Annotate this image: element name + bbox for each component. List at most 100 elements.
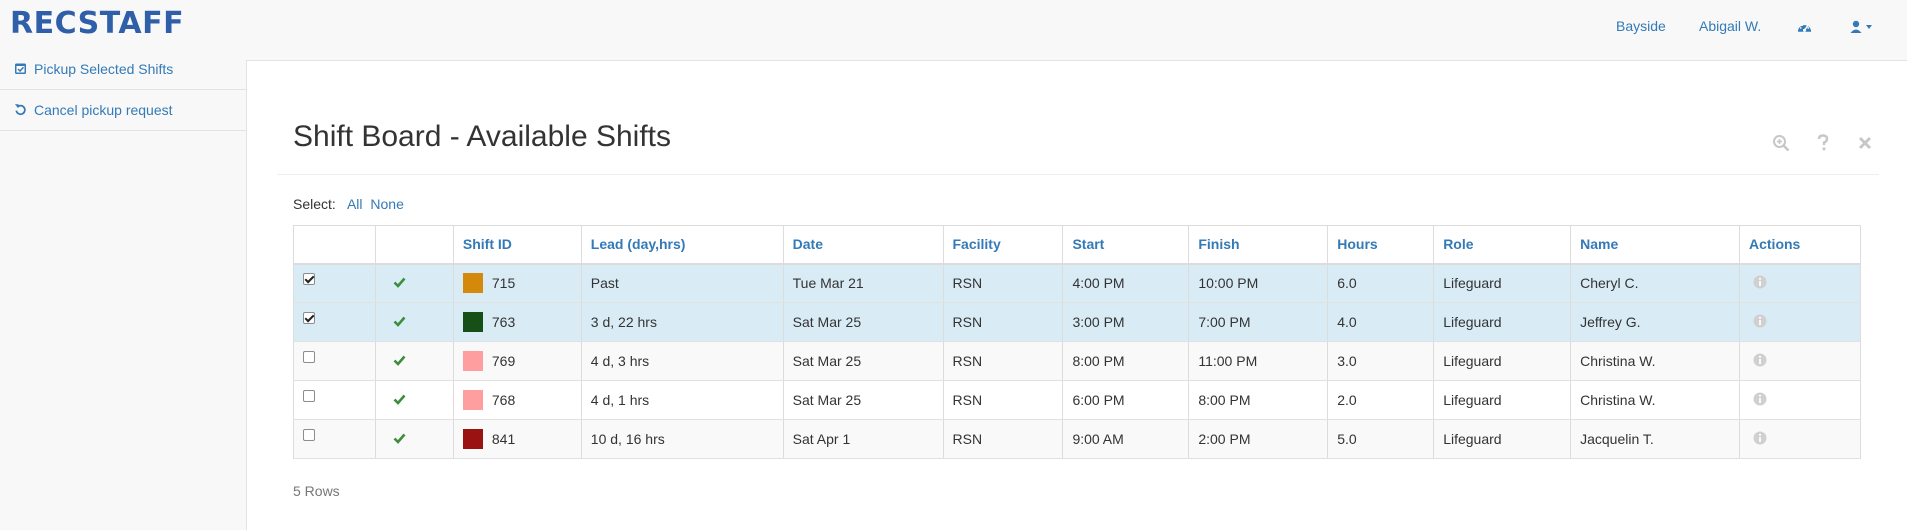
hours-cell: 4.0 [1327, 302, 1435, 342]
lead-cell: 10 d, 16 hrs [580, 419, 784, 459]
finish-cell: 8:00 PM [1188, 380, 1329, 420]
name-cell: Cheryl C. [1570, 263, 1740, 303]
panel-tools [1771, 133, 1875, 153]
select-controls: Select: All None [293, 196, 408, 212]
shifts-table: Shift ID Lead (day,hrs) Date Facility St… [293, 225, 1861, 459]
checkmark-icon [393, 433, 406, 444]
facility-cell: RSN [942, 419, 1064, 459]
select-none-link[interactable]: None [370, 196, 403, 212]
facility-cell: RSN [942, 380, 1064, 420]
info-icon[interactable] [1753, 353, 1767, 367]
main-panel: Shift Board - Available Shifts Select: A… [246, 60, 1907, 530]
info-icon[interactable] [1753, 275, 1767, 289]
col-header-hours[interactable]: Hours [1327, 225, 1435, 265]
calendar-check-icon [14, 62, 28, 76]
table-row[interactable]: 769 4 d, 3 hrs Sat Mar 25 RSN 8:00 PM 11:00 P… [293, 341, 1861, 381]
shift-id: 769 [491, 353, 516, 369]
table-row[interactable]: 715 Past Tue Mar 21 RSN 4:00 PM 10:00 PM 6.0 Li… [293, 263, 1861, 303]
row-select-checkbox[interactable] [303, 273, 315, 286]
lead-cell: 3 d, 22 hrs [580, 302, 784, 342]
row-select-cell [293, 341, 376, 381]
hours-cell: 3.0 [1327, 341, 1435, 381]
shift-id-cell: 763 [452, 302, 582, 342]
info-icon[interactable] [1753, 314, 1767, 328]
checkmark-icon [393, 394, 406, 405]
row-select-checkbox[interactable] [303, 390, 315, 402]
row-select-checkbox[interactable] [303, 429, 315, 441]
checkmark-icon [393, 316, 406, 327]
date-cell: Sat Mar 25 [782, 380, 944, 420]
table-row[interactable]: 763 3 d, 22 hrs Sat Mar 25 RSN 3:00 PM 7:00 P… [293, 302, 1861, 342]
col-header-date[interactable]: Date [782, 225, 944, 265]
lead-cell: 4 d, 1 hrs [580, 380, 784, 420]
lead-cell: 4 d, 3 hrs [580, 341, 784, 381]
shift-color-swatch [462, 312, 483, 332]
shift-id-cell: 715 [452, 263, 582, 303]
row-count: 5 Rows [293, 483, 340, 499]
shift-color-swatch [462, 351, 483, 371]
shift-id-cell: 769 [452, 341, 582, 381]
col-header-start[interactable]: Start [1062, 225, 1190, 265]
row-status-cell [374, 263, 454, 303]
row-select-cell [293, 302, 376, 342]
question-icon[interactable] [1813, 133, 1833, 153]
table-row[interactable]: 841 10 d, 16 hrs Sat Apr 1 RSN 9:00 AM 2:00 P… [293, 419, 1861, 459]
col-header-finish[interactable]: Finish [1188, 225, 1329, 265]
facility-cell: RSN [942, 341, 1064, 381]
hours-cell: 2.0 [1327, 380, 1435, 420]
brand-logo[interactable]: RECSTAFF [10, 6, 184, 42]
hours-cell: 5.0 [1327, 419, 1435, 459]
col-header-role[interactable]: Role [1433, 225, 1572, 265]
checkmark-icon [393, 355, 406, 366]
actions-cell [1739, 263, 1861, 303]
info-icon[interactable] [1753, 392, 1767, 406]
row-select-cell [293, 419, 376, 459]
dashboard-icon[interactable] [1797, 20, 1812, 37]
date-cell: Sat Apr 1 [782, 419, 944, 459]
role-cell: Lifeguard [1433, 419, 1572, 459]
zoom-in-icon[interactable] [1771, 133, 1791, 153]
select-all-link[interactable]: All [347, 196, 363, 212]
page-title: Shift Board - Available Shifts [293, 120, 671, 153]
col-header-facility[interactable]: Facility [942, 225, 1064, 265]
col-header-shift-id[interactable]: Shift ID [452, 225, 582, 265]
role-cell: Lifeguard [1433, 263, 1572, 303]
location-link[interactable]: Bayside [1616, 18, 1666, 34]
col-header-actions: Actions [1739, 225, 1861, 265]
start-cell: 9:00 AM [1062, 419, 1190, 459]
facility-cell: RSN [942, 263, 1064, 303]
facility-cell: RSN [942, 302, 1064, 342]
shift-color-swatch [462, 273, 483, 294]
shift-id: 768 [491, 392, 516, 408]
user-menu-toggle[interactable] [1850, 20, 1880, 37]
shift-id: 715 [491, 275, 516, 292]
col-header-lead[interactable]: Lead (day,hrs) [580, 225, 784, 265]
shift-id: 763 [491, 314, 516, 330]
actions-cell [1739, 341, 1861, 381]
row-status-cell [374, 341, 454, 381]
caret-down-icon [1866, 25, 1872, 29]
title-divider [277, 174, 1879, 175]
table-header-row: Shift ID Lead (day,hrs) Date Facility St… [293, 225, 1861, 265]
pickup-selected-shifts-button[interactable]: Pickup Selected Shifts [0, 49, 246, 90]
user-icon [1850, 20, 1872, 33]
start-cell: 8:00 PM [1062, 341, 1190, 381]
cancel-pickup-request-button[interactable]: Cancel pickup request [0, 90, 246, 131]
lead-cell: Past [580, 263, 784, 303]
actions-cell [1739, 380, 1861, 420]
start-cell: 6:00 PM [1062, 380, 1190, 420]
date-cell: Sat Mar 25 [782, 341, 944, 381]
sidebar: Pickup Selected Shifts Cancel pickup req… [0, 49, 246, 131]
start-cell: 3:00 PM [1062, 302, 1190, 342]
shift-color-swatch [462, 390, 483, 410]
shift-id-cell: 841 [452, 419, 582, 459]
row-select-checkbox[interactable] [303, 351, 315, 363]
col-header-select [293, 225, 376, 265]
user-name-link[interactable]: Abigail W. [1699, 18, 1761, 34]
col-header-name[interactable]: Name [1570, 225, 1740, 265]
row-select-checkbox[interactable] [303, 312, 315, 324]
info-icon[interactable] [1753, 431, 1767, 445]
table-row[interactable]: 768 4 d, 1 hrs Sat Mar 25 RSN 6:00 PM 8:00 PM… [293, 380, 1861, 420]
close-icon[interactable] [1855, 133, 1875, 153]
role-cell: Lifeguard [1433, 380, 1572, 420]
